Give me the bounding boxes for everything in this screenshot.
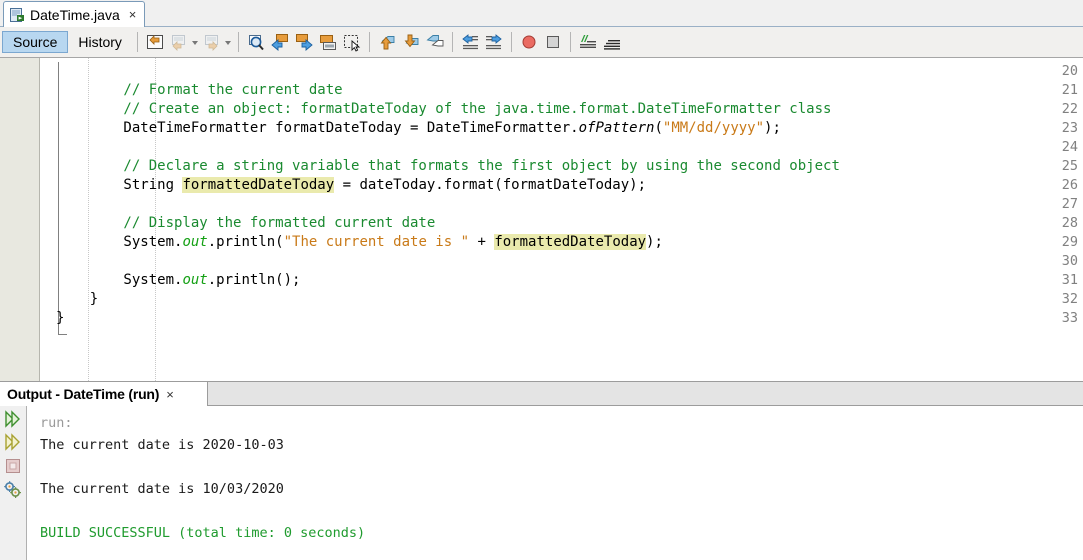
- next-bookmark-icon[interactable]: [400, 31, 422, 53]
- document-tab-datetime-java[interactable]: DateTime.java ×: [3, 1, 145, 27]
- code-token: .println();: [207, 272, 301, 288]
- shift-line-right-icon[interactable]: [483, 31, 505, 53]
- code-token: (: [654, 120, 663, 136]
- code-token: .println(: [207, 234, 284, 250]
- code-token: DateTimeFormatter formatDateToday = Date…: [56, 120, 579, 136]
- code-token: // Format the current date: [56, 82, 343, 98]
- document-tab-label: DateTime.java: [30, 6, 120, 23]
- code-token: );: [646, 234, 663, 250]
- code-token: out: [182, 272, 208, 288]
- code-token: }: [56, 291, 99, 307]
- code-line[interactable]: System.out.println("The current date is …: [56, 233, 663, 252]
- code-token: "MM/dd/yyyy": [662, 120, 765, 136]
- code-line[interactable]: }: [56, 309, 64, 328]
- toolbar-separator: [451, 32, 453, 52]
- code-line[interactable]: // Format the current date: [56, 81, 343, 100]
- output-window-body[interactable]: run: The current date is 2020-10-03 The cu…: [0, 406, 1083, 560]
- code-token: = dateToday.format(formatDateToday);: [334, 177, 647, 193]
- code-token: formattedDateToday: [182, 177, 335, 193]
- run-icon[interactable]: [3, 409, 23, 429]
- code-token: String: [56, 177, 183, 193]
- code-line[interactable]: DateTimeFormatter formatDateToday = Date…: [56, 119, 781, 138]
- glyph-column[interactable]: [41, 58, 56, 381]
- toolbar-separator: [136, 32, 138, 52]
- code-token: // Display the formatted current date: [56, 215, 436, 231]
- code-token: "The current date is ": [283, 234, 470, 250]
- tab-history-label: History: [78, 34, 122, 50]
- code-token: System.: [56, 272, 183, 288]
- code-line[interactable]: String formattedDateToday = dateToday.fo…: [56, 176, 646, 195]
- chevron-down-icon[interactable]: [191, 32, 200, 52]
- code-token: out: [182, 234, 208, 250]
- toggle-bookmark-icon[interactable]: [424, 31, 446, 53]
- java-file-icon: [10, 7, 25, 22]
- toggle-highlight-icon[interactable]: [317, 31, 339, 53]
- toolbar-separator: [237, 32, 239, 52]
- code-line[interactable]: // Create an object: formatDateToday of …: [56, 100, 831, 119]
- find-selection-icon[interactable]: [245, 31, 267, 53]
- back-navigate-icon[interactable]: [168, 31, 190, 53]
- build-gears-icon[interactable]: [3, 480, 23, 500]
- code-token: +: [469, 234, 495, 250]
- output-line: run:: [40, 415, 73, 431]
- editor-toolbar: Source History: [0, 27, 1083, 58]
- forward-navigate-icon[interactable]: [201, 31, 223, 53]
- last-edit-icon[interactable]: [144, 31, 166, 53]
- toggle-rectangular-selection-icon[interactable]: [341, 31, 363, 53]
- toolbar-separator: [510, 32, 512, 52]
- shift-line-left-icon[interactable]: [459, 31, 481, 53]
- code-token: System.: [56, 234, 183, 250]
- uncomment-icon[interactable]: [601, 31, 623, 53]
- output-text[interactable]: run: The current date is 2020-10-03 The cu…: [40, 406, 1080, 560]
- close-icon[interactable]: ×: [166, 388, 174, 401]
- document-tabbar: DateTime.java ×: [0, 0, 1083, 27]
- start-macro-recording-icon[interactable]: [518, 31, 540, 53]
- output-line: BUILD SUCCESSFUL (total time: 0 seconds): [40, 525, 366, 541]
- code-token: }: [56, 310, 65, 326]
- previous-bookmark-icon[interactable]: [376, 31, 398, 53]
- close-icon[interactable]: ×: [129, 8, 137, 21]
- code-line[interactable]: // Display the formatted current date: [56, 214, 435, 233]
- code-line[interactable]: System.out.println();: [56, 271, 300, 290]
- toolbar-separator: [569, 32, 571, 52]
- tab-source[interactable]: Source: [2, 31, 69, 53]
- output-window-tabbar: Output - DateTime (run) ×: [0, 381, 1083, 406]
- code-token: formattedDateToday: [494, 234, 647, 250]
- code-token: // Create an object: formatDateToday of …: [56, 101, 832, 117]
- code-line[interactable]: }: [56, 290, 98, 309]
- output-line: The current date is 2020-10-03: [40, 437, 284, 453]
- code-text[interactable]: // Format the current date // Create an …: [56, 58, 1083, 381]
- line-number-gutter: [0, 58, 40, 381]
- code-token: );: [764, 120, 781, 136]
- code-token: ofPattern: [578, 120, 655, 136]
- output-tab-datetime-run[interactable]: Output - DateTime (run) ×: [0, 382, 208, 406]
- comment-icon[interactable]: [577, 31, 599, 53]
- find-previous-icon[interactable]: [269, 31, 291, 53]
- tab-history[interactable]: History: [68, 31, 132, 53]
- stop-icon[interactable]: [3, 456, 23, 476]
- tab-source-label: Source: [13, 34, 58, 50]
- code-editor[interactable]: 20 21 22 23 24 25 26 27 28 29 30 31 32 33 // Format t…: [0, 58, 1083, 381]
- toolbar-separator: [368, 32, 370, 52]
- output-tab-label: Output - DateTime (run): [7, 386, 160, 402]
- find-next-icon[interactable]: [293, 31, 315, 53]
- output-line: The current date is 10/03/2020: [40, 481, 284, 497]
- code-line[interactable]: // Declare a string variable that format…: [56, 157, 840, 176]
- rerun-icon[interactable]: [3, 432, 23, 452]
- chevron-down-icon[interactable]: [224, 32, 233, 52]
- stop-macro-recording-icon[interactable]: [542, 31, 564, 53]
- netbeans-editor-window: DateTime.java × Source History 20 21 22 …: [0, 0, 1083, 560]
- code-token: // Declare a string variable that format…: [56, 158, 840, 174]
